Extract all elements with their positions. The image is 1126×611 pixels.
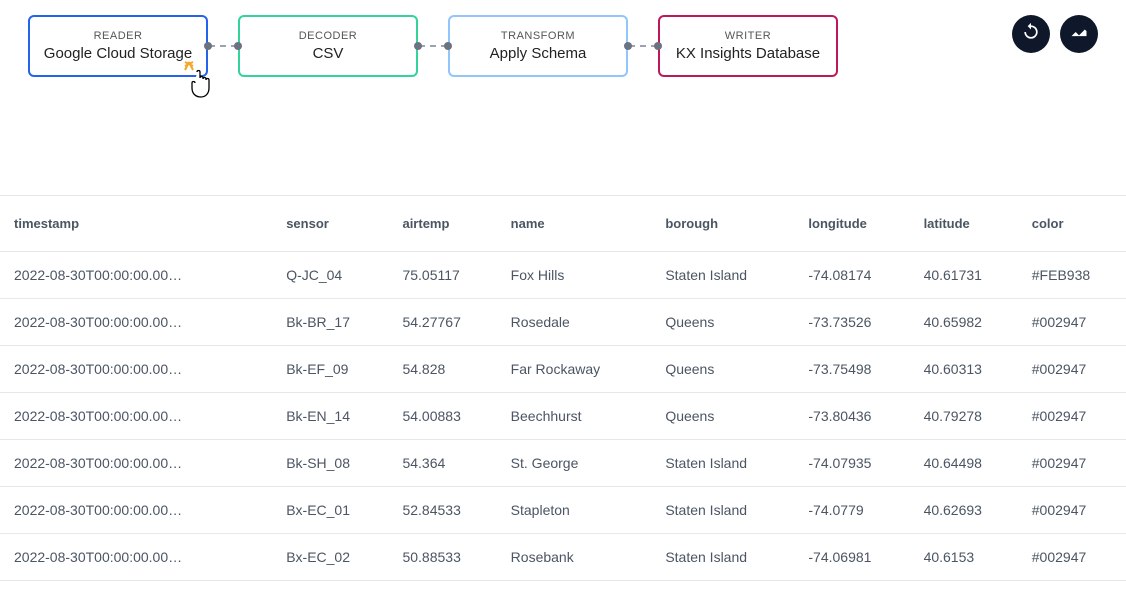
cell-name: Rosedale: [497, 299, 652, 346]
cell-longitude: -73.73526: [794, 299, 909, 346]
cell-longitude: -74.0779: [794, 487, 909, 534]
cell-sensor: Bx-EC_02: [272, 534, 388, 581]
cell-latitude: 40.79278: [910, 393, 1018, 440]
cell-longitude: -73.75498: [794, 346, 909, 393]
node-title: Google Cloud Storage: [44, 45, 192, 62]
cell-latitude: 40.65982: [910, 299, 1018, 346]
cell-latitude: 40.61731: [910, 252, 1018, 299]
table-body: 2022-08-30T00:00:00.00…Q-JC_0475.05117Fo…: [0, 252, 1126, 581]
cell-name: Far Rockaway: [497, 346, 652, 393]
cell-airtemp: 52.84533: [388, 487, 496, 534]
pipeline-bar: READER Google Cloud Storage DECODER CSV TRAN…: [0, 0, 1126, 115]
cell-longitude: -74.08174: [794, 252, 909, 299]
col-sensor[interactable]: sensor: [272, 196, 388, 252]
trend-icon: [1069, 22, 1089, 47]
node-type-label: TRANSFORM: [501, 30, 575, 42]
cell-timestamp: 2022-08-30T00:00:00.00…: [0, 299, 272, 346]
col-longitude[interactable]: longitude: [794, 196, 909, 252]
cell-borough: Queens: [651, 393, 794, 440]
cell-longitude: -73.80436: [794, 393, 909, 440]
cell-timestamp: 2022-08-30T00:00:00.00…: [0, 393, 272, 440]
node-title: Apply Schema: [490, 45, 587, 62]
cell-sensor: Bk-EN_14: [272, 393, 388, 440]
table-row[interactable]: 2022-08-30T00:00:00.00…Q-JC_0475.05117Fo…: [0, 252, 1126, 299]
cell-timestamp: 2022-08-30T00:00:00.00…: [0, 252, 272, 299]
action-buttons: [1012, 15, 1098, 53]
cell-longitude: -74.06981: [794, 534, 909, 581]
pipeline-node-transform[interactable]: TRANSFORM Apply Schema: [448, 15, 628, 77]
cell-timestamp: 2022-08-30T00:00:00.00…: [0, 487, 272, 534]
node-type-label: WRITER: [725, 30, 771, 42]
cell-latitude: 40.64498: [910, 440, 1018, 487]
col-color[interactable]: color: [1018, 196, 1126, 252]
node-title: KX Insights Database: [676, 45, 820, 62]
cell-name: Beechhurst: [497, 393, 652, 440]
cell-borough: Queens: [651, 299, 794, 346]
col-airtemp[interactable]: airtemp: [388, 196, 496, 252]
cell-name: Rosebank: [497, 534, 652, 581]
cell-name: Stapleton: [497, 487, 652, 534]
cell-latitude: 40.60313: [910, 346, 1018, 393]
pipeline-node-reader[interactable]: READER Google Cloud Storage: [28, 15, 208, 77]
cell-borough: Staten Island: [651, 534, 794, 581]
cell-color: #002947: [1018, 393, 1126, 440]
cell-borough: Staten Island: [651, 252, 794, 299]
table-row[interactable]: 2022-08-30T00:00:00.00…Bk-EF_0954.828Far…: [0, 346, 1126, 393]
table-row[interactable]: 2022-08-30T00:00:00.00…Bk-EN_1454.00883B…: [0, 393, 1126, 440]
data-table-container: timestampsensorairtempnameboroughlongitu…: [0, 195, 1126, 581]
cell-airtemp: 50.88533: [388, 534, 496, 581]
table-header-row: timestampsensorairtempnameboroughlongitu…: [0, 196, 1126, 252]
cell-sensor: Bk-BR_17: [272, 299, 388, 346]
pipeline-node-writer[interactable]: WRITER KX Insights Database: [658, 15, 838, 77]
chart-button[interactable]: [1060, 15, 1098, 53]
cell-latitude: 40.6153: [910, 534, 1018, 581]
cursor-hand-icon: [183, 60, 217, 105]
cell-borough: Queens: [651, 346, 794, 393]
cell-sensor: Bk-EF_09: [272, 346, 388, 393]
cell-airtemp: 75.05117: [388, 252, 496, 299]
cell-latitude: 40.62693: [910, 487, 1018, 534]
col-name[interactable]: name: [497, 196, 652, 252]
cell-color: #FEB938: [1018, 252, 1126, 299]
cell-borough: Staten Island: [651, 440, 794, 487]
node-type-label: READER: [94, 30, 143, 42]
refresh-icon: [1021, 22, 1041, 47]
cell-sensor: Bx-EC_01: [272, 487, 388, 534]
cell-sensor: Q-JC_04: [272, 252, 388, 299]
cell-sensor: Bk-SH_08: [272, 440, 388, 487]
node-type-label: DECODER: [299, 30, 358, 42]
table-row[interactable]: 2022-08-30T00:00:00.00…Bx-EC_0250.88533R…: [0, 534, 1126, 581]
cell-airtemp: 54.364: [388, 440, 496, 487]
data-table: timestampsensorairtempnameboroughlongitu…: [0, 196, 1126, 581]
cell-color: #002947: [1018, 534, 1126, 581]
table-row[interactable]: 2022-08-30T00:00:00.00…Bk-SH_0854.364St.…: [0, 440, 1126, 487]
cell-longitude: -74.07935: [794, 440, 909, 487]
cell-airtemp: 54.00883: [388, 393, 496, 440]
cell-airtemp: 54.27767: [388, 299, 496, 346]
table-row[interactable]: 2022-08-30T00:00:00.00…Bx-EC_0152.84533S…: [0, 487, 1126, 534]
table-row[interactable]: 2022-08-30T00:00:00.00…Bk-BR_1754.27767R…: [0, 299, 1126, 346]
col-latitude[interactable]: latitude: [910, 196, 1018, 252]
cell-timestamp: 2022-08-30T00:00:00.00…: [0, 346, 272, 393]
cell-timestamp: 2022-08-30T00:00:00.00…: [0, 440, 272, 487]
cell-color: #002947: [1018, 299, 1126, 346]
cell-timestamp: 2022-08-30T00:00:00.00…: [0, 534, 272, 581]
node-title: CSV: [313, 45, 344, 62]
cell-color: #002947: [1018, 440, 1126, 487]
cell-name: Fox Hills: [497, 252, 652, 299]
cell-borough: Staten Island: [651, 487, 794, 534]
cell-airtemp: 54.828: [388, 346, 496, 393]
col-timestamp[interactable]: timestamp: [0, 196, 272, 252]
cell-name: St. George: [497, 440, 652, 487]
cell-color: #002947: [1018, 346, 1126, 393]
col-borough[interactable]: borough: [651, 196, 794, 252]
refresh-button[interactable]: [1012, 15, 1050, 53]
cell-color: #002947: [1018, 487, 1126, 534]
pipeline-node-decoder[interactable]: DECODER CSV: [238, 15, 418, 77]
